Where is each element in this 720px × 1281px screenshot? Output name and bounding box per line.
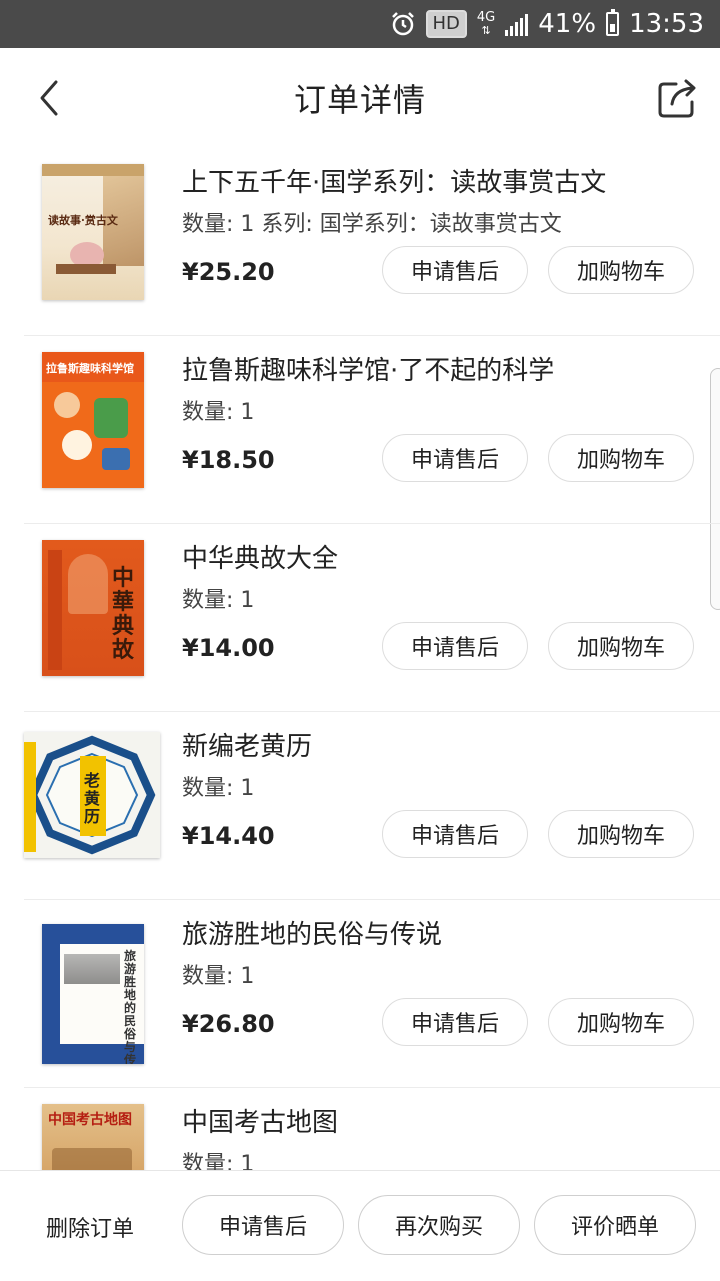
share-icon[interactable] — [656, 76, 700, 120]
add-to-cart-button[interactable]: 加购物车 — [548, 434, 694, 482]
order-item[interactable]: 旅游胜地的民俗与传说 旅游胜地的民俗与传说 数量: 1 ¥26.80 申请售后 … — [24, 900, 720, 1088]
add-to-cart-button[interactable]: 加购物车 — [548, 998, 694, 1046]
order-item-list: 读故事·赏古文 上下五千年·国学系列：读故事赏古文 数量: 1 系列: 国学系列… — [0, 148, 720, 1276]
order-item[interactable]: 拉鲁斯趣味科学馆 拉鲁斯趣味科学馆·了不起的科学 数量: 1 ¥18.50 申请… — [24, 336, 720, 524]
add-to-cart-button[interactable]: 加购物车 — [548, 810, 694, 858]
book-cover[interactable]: 旅游胜地的民俗与传说 — [42, 924, 144, 1064]
battery-icon — [606, 9, 620, 36]
hd-badge: HD — [425, 10, 467, 38]
page-title: 订单详情 — [293, 81, 426, 119]
after-sale-button[interactable]: 申请售后 — [382, 246, 528, 294]
book-cover[interactable]: 读故事·赏古文 — [42, 164, 144, 300]
order-item[interactable]: 读故事·赏古文 上下五千年·国学系列：读故事赏古文 数量: 1 系列: 国学系列… — [24, 148, 720, 336]
product-price: ¥18.50 — [182, 446, 275, 474]
after-sale-button[interactable]: 申请售后 — [382, 622, 528, 670]
product-name[interactable]: 上下五千年·国学系列：读故事赏古文 — [182, 162, 606, 199]
book-cover[interactable]: 中華典故 — [42, 540, 144, 676]
after-sale-button[interactable]: 申请售后 — [382, 434, 528, 482]
product-price: ¥25.20 — [182, 258, 275, 286]
product-name[interactable]: 中国考古地图 — [182, 1102, 338, 1139]
after-sale-button[interactable]: 申请售后 — [182, 1195, 344, 1255]
product-name[interactable]: 旅游胜地的民俗与传说 — [182, 914, 442, 951]
after-sale-button[interactable]: 申请售后 — [382, 998, 528, 1046]
after-sale-button[interactable]: 申请售后 — [382, 810, 528, 858]
cover-title: 中国考古地图 — [48, 1112, 132, 1128]
order-item[interactable]: 中華典故 中华典故大全 数量: 1 ¥14.00 申请售后 加购物车 — [24, 524, 720, 712]
status-bar: HD 4G ⇅ 41% 13:53 — [0, 0, 720, 48]
review-button[interactable]: 评价晒单 — [534, 1195, 696, 1255]
cover-title: 旅游胜地的民俗与传说 — [124, 949, 137, 1065]
alarm-icon — [391, 12, 414, 36]
product-meta: 数量: 1 — [182, 776, 255, 801]
product-meta: 数量: 1 系列: 国学系列：读故事赏古文 — [182, 212, 562, 237]
product-name[interactable]: 中华典故大全 — [182, 538, 338, 575]
back-button[interactable] — [30, 76, 70, 120]
signal-icon — [505, 12, 529, 36]
book-cover[interactable]: 拉鲁斯趣味科学馆 — [42, 352, 144, 488]
order-item[interactable]: 老黄历 新编老黄历 数量: 1 ¥14.40 申请售后 加购物车 — [24, 712, 720, 900]
product-price: ¥14.40 — [182, 822, 275, 850]
network-type: 4G — [476, 10, 496, 25]
battery-percent: 41% — [538, 9, 597, 39]
cover-title: 拉鲁斯趣味科学馆 — [46, 362, 134, 375]
network-indicator: 4G ⇅ — [476, 10, 496, 37]
buy-again-button[interactable]: 再次购买 — [358, 1195, 520, 1255]
product-meta: 数量: 1 — [182, 400, 255, 425]
product-price: ¥14.00 — [182, 634, 275, 662]
clock: 13:53 — [629, 9, 704, 39]
product-name[interactable]: 新编老黄历 — [182, 726, 312, 763]
book-cover[interactable]: 老黄历 — [24, 732, 160, 858]
add-to-cart-button[interactable]: 加购物车 — [548, 622, 694, 670]
product-price: ¥26.80 — [182, 1010, 275, 1038]
cover-title: 中華典故 — [112, 565, 135, 663]
product-name[interactable]: 拉鲁斯趣味科学馆·了不起的科学 — [182, 350, 554, 387]
cover-title: 老黄历 — [84, 771, 101, 826]
add-to-cart-button[interactable]: 加购物车 — [548, 246, 694, 294]
nav-header: 订单详情 — [0, 48, 720, 148]
product-meta: 数量: 1 — [182, 588, 255, 613]
bottom-action-bar: 删除订单 申请售后 再次购买 评价晒单 — [0, 1170, 720, 1281]
delete-order-button[interactable]: 删除订单 — [46, 1211, 134, 1243]
cover-title: 读故事·赏古文 — [48, 214, 118, 227]
product-meta: 数量: 1 — [182, 964, 255, 989]
